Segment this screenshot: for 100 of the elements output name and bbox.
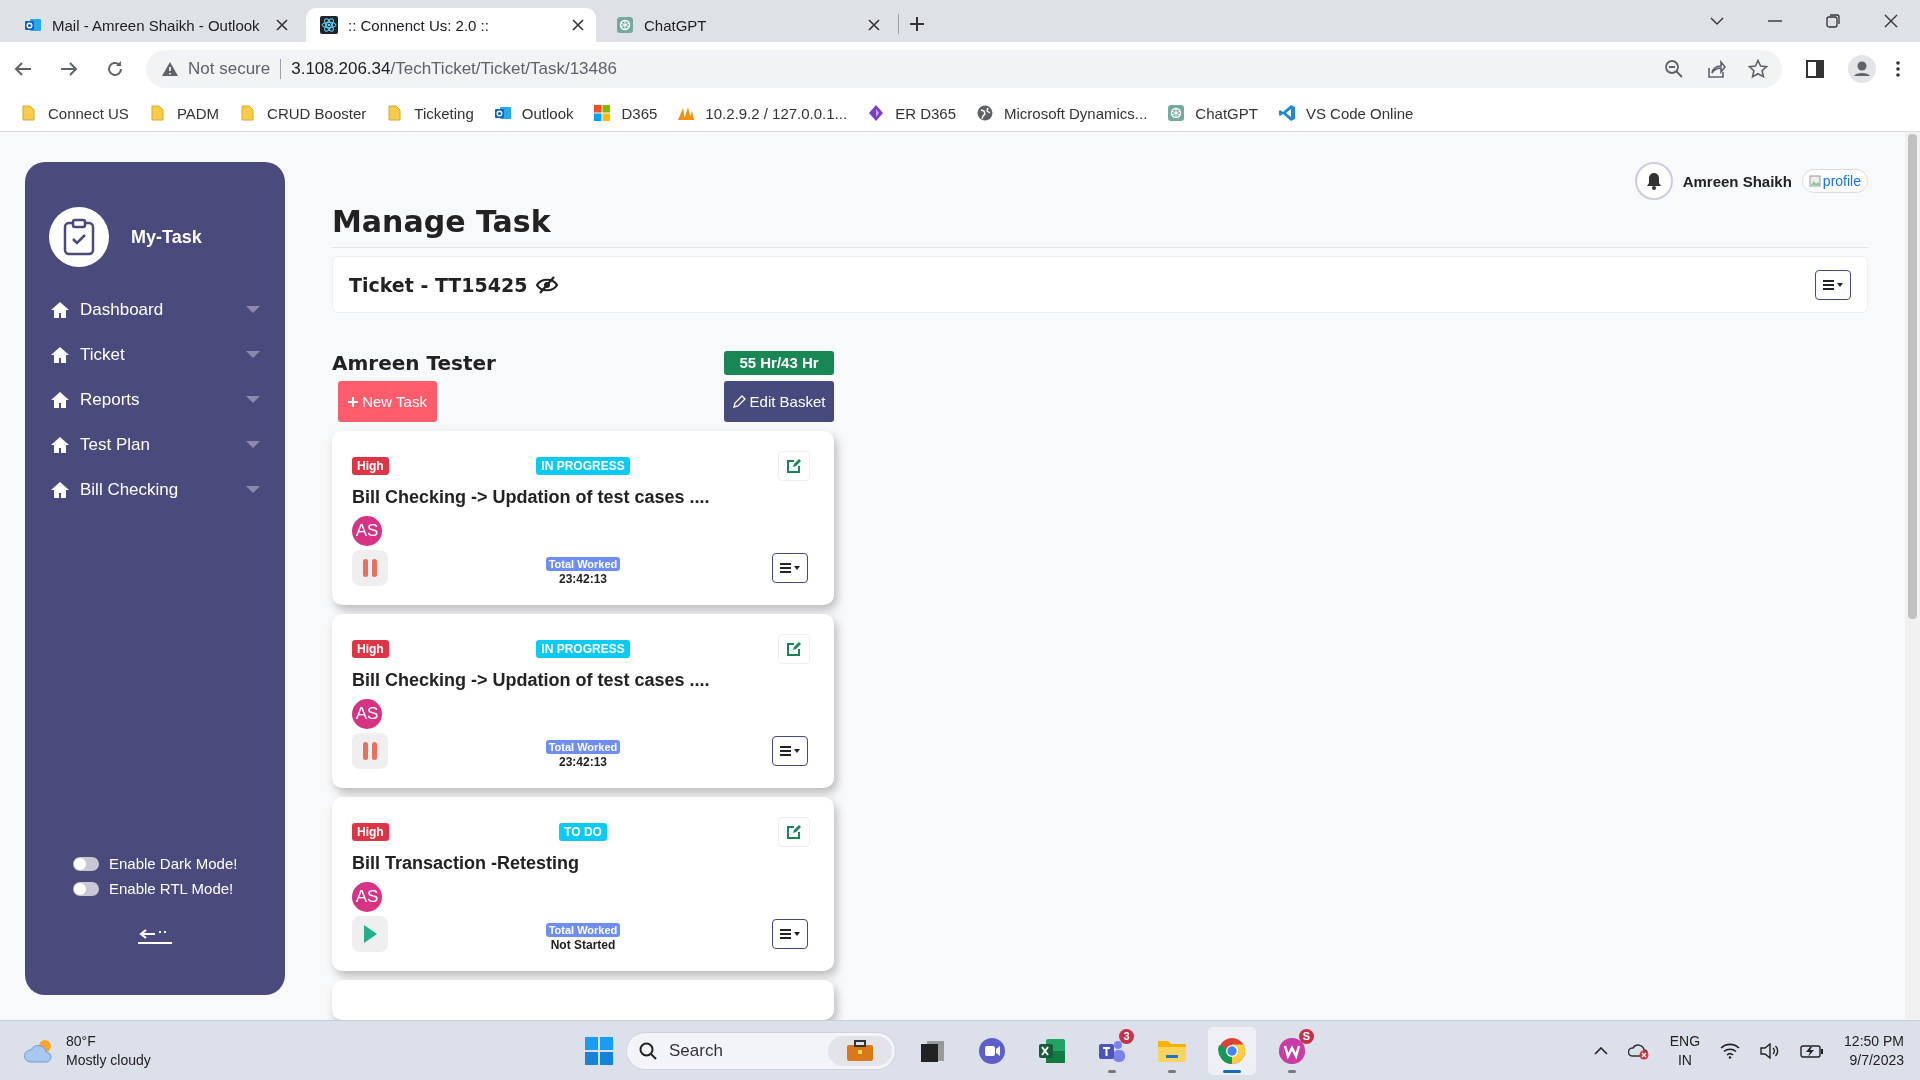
toggle-switch[interactable] (73, 881, 99, 896)
scrollbar[interactable] (1905, 132, 1920, 1020)
envelope-icon (24, 16, 42, 34)
clock-time[interactable]: 12:50 PM (1844, 1031, 1904, 1051)
sidebar-item[interactable]: Dashboard (50, 297, 260, 323)
edit-button[interactable] (778, 634, 810, 664)
video-camera-icon[interactable] (977, 1035, 1007, 1066)
bookmark[interactable]: ChatGPT (1167, 104, 1258, 122)
address-bar[interactable]: Not secure 3.108.206.34/TechTicket/Ticket/Task/13486 (146, 49, 1782, 88)
bookmark[interactable]: Connect US (20, 104, 129, 122)
edit-basket-button[interactable]: Edit Basket (724, 381, 834, 422)
pause-icon (362, 558, 378, 578)
profile-icon[interactable] (1848, 54, 1876, 83)
caret-icon (246, 306, 260, 314)
region[interactable]: IN (1677, 1050, 1692, 1070)
toggle-switch[interactable] (73, 856, 99, 871)
reload-icon[interactable] (106, 59, 124, 78)
browser-tab[interactable]: Mail - Amreen Shaikh - Outlook (10, 8, 300, 42)
start-icon[interactable] (584, 1035, 614, 1066)
sidebar-item[interactable]: Bill Checking (50, 477, 260, 503)
chevron-up-icon[interactable] (1593, 1046, 1608, 1055)
wifi-icon[interactable] (1720, 1042, 1741, 1059)
eye-slash-icon[interactable] (535, 275, 560, 294)
sidebar-item[interactable]: Test Plan (50, 432, 260, 458)
menu-dropdown-button[interactable] (1815, 269, 1851, 300)
browser-icon[interactable] (1217, 1035, 1247, 1066)
close-icon[interactable] (1884, 14, 1898, 28)
menu-dropdown-button[interactable] (772, 553, 808, 583)
hamburger-icon (779, 562, 801, 574)
home-icon (50, 346, 70, 364)
star-icon[interactable] (1748, 58, 1768, 79)
bookmark[interactable]: Ticketing (386, 104, 474, 122)
edit-button[interactable] (778, 817, 810, 847)
four-squares-icon (593, 104, 612, 122)
bookmark[interactable]: Outlook (493, 104, 574, 122)
bookmark[interactable]: Microsoft Dynamics... (976, 104, 1148, 122)
pencil-icon (732, 395, 746, 408)
notification-bell[interactable] (1634, 162, 1673, 200)
toggle-label: Enable RTL Mode! (109, 880, 234, 897)
swirl-icon (616, 16, 634, 34)
task-title: Bill Checking -> Updation of test cases .... (352, 670, 711, 691)
chevron-down-icon[interactable] (1710, 17, 1724, 25)
task-title: Bill Transaction -Retesting (352, 853, 581, 874)
sidebar-item[interactable]: Ticket (50, 342, 260, 368)
browser-tab[interactable]: :: Connenct Us: 2.0 :: (306, 8, 596, 42)
pause-button[interactable] (352, 550, 388, 586)
share-icon[interactable] (1706, 58, 1726, 79)
cloud-error-icon[interactable] (1627, 1041, 1650, 1060)
play-button[interactable] (352, 916, 388, 952)
language[interactable]: ENG (1669, 1031, 1701, 1051)
forward-icon[interactable] (60, 60, 78, 77)
status-badge: TO DO (559, 823, 607, 841)
restore-icon[interactable] (1826, 14, 1840, 28)
folder-icon (20, 104, 38, 122)
caret-icon (246, 396, 260, 404)
zoom-out-icon[interactable] (1664, 58, 1684, 79)
temperature: 80°F (66, 1031, 97, 1051)
profile-image[interactable]: profile (1801, 169, 1868, 193)
priority-badge: High (352, 823, 389, 841)
sidebar-item[interactable]: Reports (50, 387, 260, 413)
code-editor-icon (1277, 104, 1296, 122)
home-icon (50, 481, 70, 499)
bookmark[interactable]: CRUD Booster (239, 104, 367, 122)
close-icon[interactable] (276, 19, 288, 31)
pause-button[interactable] (352, 733, 388, 769)
edit-icon (787, 459, 801, 473)
search-icon (639, 1041, 657, 1060)
edit-button[interactable] (778, 451, 810, 481)
menu-dropdown-button[interactable] (772, 919, 808, 949)
bookmark[interactable]: VS Code Online (1277, 104, 1414, 122)
clock-date[interactable]: 9/7/2023 (1849, 1050, 1904, 1070)
close-icon[interactable] (572, 19, 584, 31)
menu-dropdown-button[interactable] (772, 736, 808, 766)
status-badge: IN PROGRESS (536, 457, 630, 475)
play-icon (362, 924, 378, 944)
assignee-avatar: AS (352, 882, 382, 912)
taskbar-app[interactable]: 3 (1088, 1026, 1136, 1075)
hamburger-icon (1822, 278, 1844, 291)
more-icon[interactable] (1896, 60, 1900, 77)
bookmark[interactable]: ER D365 (867, 104, 956, 122)
bookmark[interactable]: PADM (148, 104, 220, 122)
caret-icon (246, 441, 260, 449)
user-name: Amreen Shaikh (1682, 172, 1792, 190)
bookmark[interactable]: D365 (593, 104, 658, 122)
bookmark[interactable]: 10.2.9.2 / 127.0.0.1... (677, 104, 848, 122)
back-icon[interactable] (14, 60, 32, 77)
atom-icon (320, 16, 338, 34)
hours-badge: 55 Hr/43 Hr (724, 351, 834, 375)
speaker-icon[interactable] (1760, 1042, 1781, 1059)
new-tab-icon[interactable] (909, 16, 925, 32)
briefcase-icon (846, 1039, 874, 1062)
side-panel-icon[interactable] (1806, 59, 1824, 78)
home-icon (50, 391, 70, 409)
close-icon[interactable] (868, 19, 880, 31)
taskbar-app[interactable]: S (1268, 1026, 1316, 1075)
assignee-avatar: AS (352, 516, 382, 546)
priority-badge: High (352, 640, 389, 658)
battery-icon[interactable] (1800, 1043, 1825, 1058)
browser-tab[interactable]: ChatGPT (602, 8, 892, 42)
assignee-avatar: AS (352, 699, 382, 729)
